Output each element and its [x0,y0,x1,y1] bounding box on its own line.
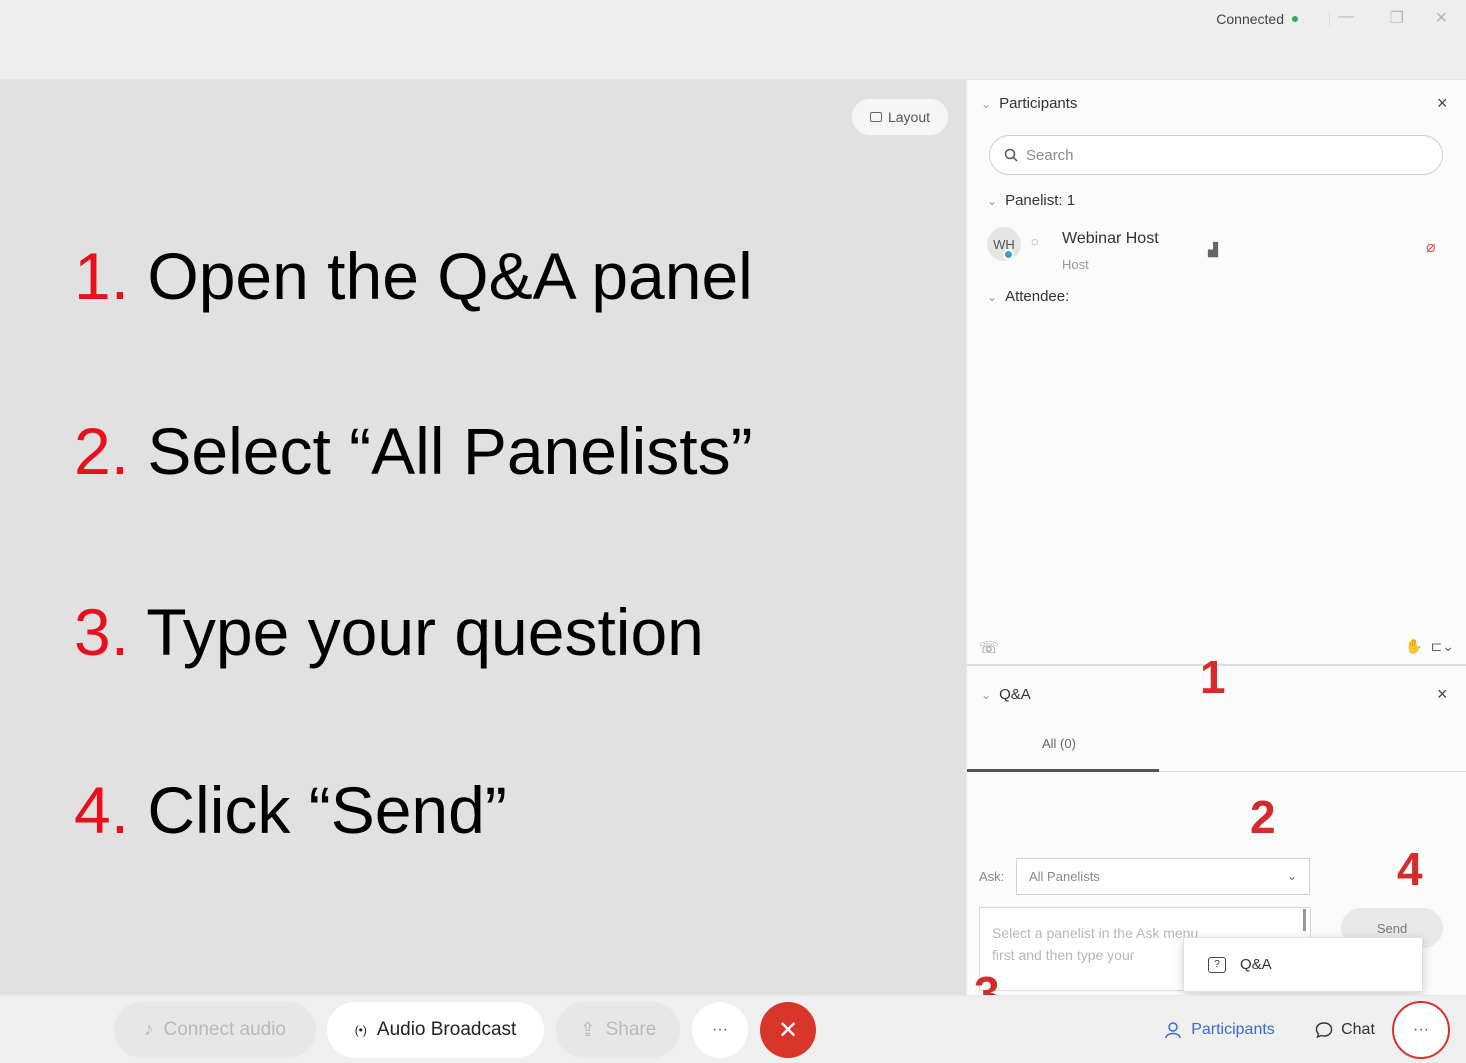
participant-tools: ✋ ⊏⌄ [1405,638,1454,655]
leave-meeting-button[interactable]: ✕ [760,1002,816,1058]
annotation-1: 1 [1200,651,1226,703]
chevron-down-icon: ⌄ [1286,869,1297,883]
instruction-step-2: 2. Select “All Panelists” [74,413,753,489]
participants-button[interactable]: Participants [1145,1002,1295,1058]
ask-recipient-select[interactable]: All Panelists ⌄ [1016,858,1310,895]
meeting-toolbar: ♪ Connect audio (•) Audio Broadcast ⇪ Sh… [0,995,1466,1063]
raise-hand-icon[interactable]: ✋ [1405,638,1422,655]
presenter-icon: ◌ [1031,234,1039,249]
more-options-menu: ? Q&A [1183,937,1423,992]
close-participants-icon[interactable]: × [1437,93,1448,114]
participants-search-input[interactable]: Search [989,135,1443,175]
tab-all-questions[interactable]: All (0) [1042,736,1076,751]
title-divider [1329,12,1330,26]
step-number: 3. [74,595,130,669]
annotation-4: 4 [1397,843,1423,895]
active-tab-indicator [967,769,1159,772]
chevron-down-icon[interactable]: ⌄ [981,688,991,702]
share-label: Share [605,1019,657,1040]
maximize-icon[interactable]: ❐ [1390,8,1404,28]
presence-badge-icon [1003,249,1014,260]
broadcast-icon: (•) [354,1023,367,1037]
phone-icon[interactable]: ☏ [979,638,999,658]
panelist-section-label: Panelist: 1 [1005,192,1076,209]
step-text: Click “Send” [129,773,507,847]
step-text: Type your question [129,595,704,669]
participant-role: Host [1062,257,1089,272]
audio-icon: ♪ [143,1019,154,1040]
menu-item-qa[interactable]: Q&A [1240,956,1272,973]
instruction-step-1: 1. Open the Q&A panel [74,238,753,314]
side-panel: ⌄ Participants × Search ⌄ Panelist: 1 WH… [966,80,1466,995]
panelist-section-header[interactable]: ⌄ Panelist: 1 [987,192,1075,209]
step-number: 1. [74,239,130,313]
minimize-icon[interactable]: — [1338,8,1354,26]
share-icon: ⇪ [579,1019,596,1041]
annotation-2: 2 [1250,791,1276,843]
layout-icon [869,112,882,122]
close-icon: ✕ [777,1016,799,1044]
qa-panel-header[interactable]: ⌄ Q&A [981,686,1031,703]
panels-more-button[interactable]: ··· [1392,1001,1450,1059]
share-button[interactable]: ⇪ Share [556,1002,680,1058]
title-bar: Connected — ❐ ✕ [0,0,1466,80]
chevron-down-icon[interactable]: ⌄ [987,290,997,304]
step-text: Select “All Panelists” [129,414,753,488]
connect-audio-button[interactable]: ♪ Connect audio [114,1002,316,1058]
audio-broadcast-button[interactable]: (•) Audio Broadcast [327,1002,544,1058]
close-qa-icon[interactable]: × [1437,684,1448,705]
more-icon: ··· [712,1021,728,1038]
chat-bubble-icon [1315,1022,1333,1039]
participants-label: Participants [1191,1021,1275,1038]
chevron-down-icon[interactable]: ⌄ [981,97,991,111]
more-options-button[interactable]: ··· [692,1002,748,1058]
instruction-step-3: 3. Type your question [74,594,704,670]
connection-status-label: Connected [1216,11,1284,27]
search-icon [1004,148,1018,162]
layout-button[interactable]: Layout [851,98,949,136]
qa-panel-title: Q&A [999,686,1031,703]
signal-icon: ▟ [1208,242,1218,257]
audio-broadcast-label: Audio Broadcast [376,1019,517,1040]
layout-label: Layout [887,109,931,125]
attendee-section-header[interactable]: ⌄ Attendee: [987,288,1069,305]
person-icon [1165,1022,1181,1039]
step-number: 4. [74,773,130,847]
participant-name: Webinar Host [1062,230,1159,247]
attendee-section-label: Attendee: [1005,288,1070,305]
connect-audio-label: Connect audio [163,1019,287,1040]
cc-icon[interactable]: ⊏⌄ [1431,638,1454,655]
question-scrollbar[interactable] [1303,909,1306,931]
ask-selected-value: All Panelists [1029,869,1100,884]
video-stage: Layout 1. Open the Q&A panel 2. Select “… [0,80,966,995]
status-dot-icon [1292,16,1298,22]
chevron-down-icon[interactable]: ⌄ [987,194,997,208]
search-placeholder: Search [1026,146,1074,164]
more-icon: ··· [1413,1021,1429,1038]
chat-button[interactable]: Chat [1300,1002,1390,1058]
participants-panel-header[interactable]: ⌄ Participants [981,95,1077,112]
send-label: Send [1376,920,1408,936]
instruction-step-4: 4. Click “Send” [74,772,507,848]
muted-microphone-icon[interactable]: ⌀ [1426,237,1436,257]
connection-status: Connected [1216,11,1298,27]
step-number: 2. [74,414,130,488]
step-text: Open the Q&A panel [129,239,753,313]
participants-panel-title: Participants [999,95,1078,112]
ask-label: Ask: [979,869,1005,884]
chat-label: Chat [1341,1021,1375,1038]
close-window-icon[interactable]: ✕ [1435,8,1448,28]
qa-icon: ? [1208,956,1226,973]
